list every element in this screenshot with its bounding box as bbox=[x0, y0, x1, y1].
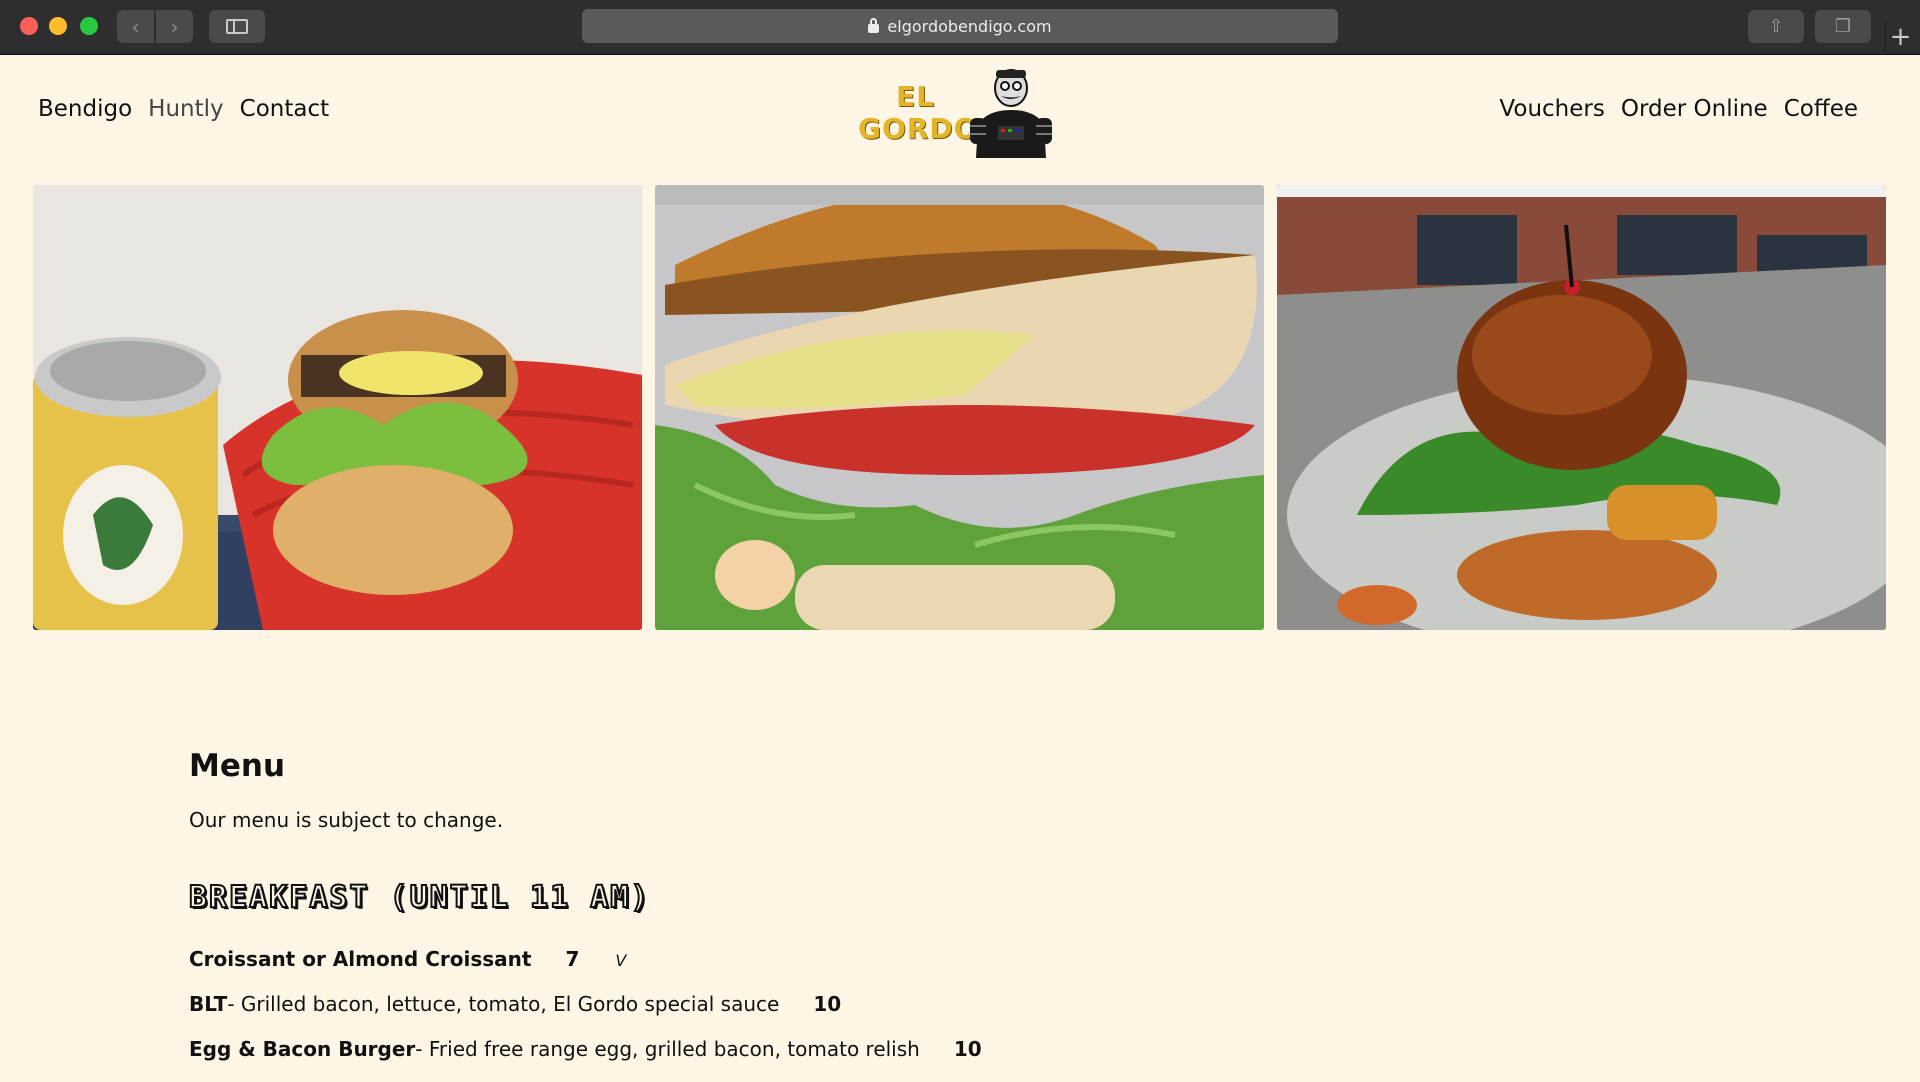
url-text: elgordobendigo.com bbox=[887, 16, 1052, 36]
chevron-left-icon: ‹ bbox=[131, 14, 140, 39]
gallery-photo-beer-burger[interactable] bbox=[33, 185, 642, 630]
nav-link-huntly[interactable]: Huntly bbox=[148, 96, 223, 122]
menu-item: BLT - Grilled bacon, lettuce, tomato, El… bbox=[189, 992, 1389, 1016]
share-button[interactable]: ⇧ bbox=[1748, 10, 1804, 43]
menu-item-desc: - Grilled bacon, lettuce, tomato, El Gor… bbox=[227, 992, 780, 1016]
nav-link-coffee[interactable]: Coffee bbox=[1784, 96, 1858, 122]
menu-item-price: 10 bbox=[953, 1037, 982, 1061]
nav-link-contact[interactable]: Contact bbox=[240, 96, 329, 122]
menu-item-price: 7 bbox=[565, 947, 580, 971]
new-tab-button[interactable]: + bbox=[1885, 22, 1915, 52]
utility-nav: Vouchers Order Online Coffee bbox=[1499, 96, 1858, 122]
forward-button[interactable]: › bbox=[156, 10, 193, 43]
close-window-button[interactable] bbox=[20, 17, 38, 35]
sidebar-toggle-button[interactable] bbox=[209, 10, 265, 43]
address-bar[interactable]: elgordobendigo.com bbox=[582, 9, 1338, 43]
lock-icon bbox=[868, 17, 880, 33]
zoom-window-button[interactable] bbox=[80, 17, 98, 35]
nav-link-bendigo[interactable]: Bendigo bbox=[38, 96, 132, 122]
menu-item-price: 10 bbox=[813, 992, 842, 1016]
gallery-photo-brioche-burger[interactable] bbox=[1277, 185, 1886, 630]
back-button[interactable]: ‹ bbox=[117, 10, 154, 43]
share-icon: ⇧ bbox=[1768, 16, 1784, 37]
menu-item: Egg & Bacon Burger - Fried free range eg… bbox=[189, 1037, 1389, 1061]
menu-section: Menu Our menu is subject to change. BREA… bbox=[188, 748, 1389, 1082]
menu-title: Menu bbox=[189, 748, 286, 784]
menu-item-name: Croissant or Almond Croissant bbox=[189, 947, 532, 971]
gallery-photo-chicken-burger[interactable] bbox=[655, 185, 1264, 630]
menu-item-desc: - Fried free range egg, grilled bacon, t… bbox=[415, 1037, 920, 1061]
logo-text-line2: GORDO bbox=[858, 112, 979, 145]
minimize-window-button[interactable] bbox=[49, 17, 67, 35]
menu-item: Croissant or Almond Croissant 7 V bbox=[189, 947, 1389, 971]
show-tabs-button[interactable]: ❐ bbox=[1815, 10, 1871, 43]
el-gordo-logo[interactable]: EL GORDO bbox=[856, 66, 1056, 158]
location-nav: Bendigo Huntly Contact bbox=[38, 96, 329, 122]
nav-link-vouchers[interactable]: Vouchers bbox=[1499, 96, 1604, 122]
tabs-icon: ❐ bbox=[1834, 16, 1852, 37]
mascot-illustration bbox=[970, 69, 1052, 158]
section-title-breakfast: BREAKFAST (UNTIL 11 AM) bbox=[188, 879, 651, 916]
chevron-right-icon: › bbox=[170, 14, 179, 39]
browser-toolbar: ‹ › elgordobendigo.com ⇧ ❐ + bbox=[0, 0, 1920, 55]
site-header: Bendigo Huntly Contact EL GORDO Vouchers bbox=[0, 56, 1920, 176]
sidebar-icon bbox=[226, 19, 248, 34]
menu-item-name: Egg & Bacon Burger bbox=[189, 1037, 416, 1061]
menu-note: Our menu is subject to change. bbox=[189, 808, 504, 832]
logo-text-line1: EL bbox=[896, 80, 935, 113]
vegetarian-tag: V bbox=[615, 951, 627, 970]
nav-link-order-online[interactable]: Order Online bbox=[1621, 96, 1768, 122]
menu-item-name: BLT bbox=[189, 992, 228, 1016]
photo-gallery bbox=[33, 185, 1886, 630]
